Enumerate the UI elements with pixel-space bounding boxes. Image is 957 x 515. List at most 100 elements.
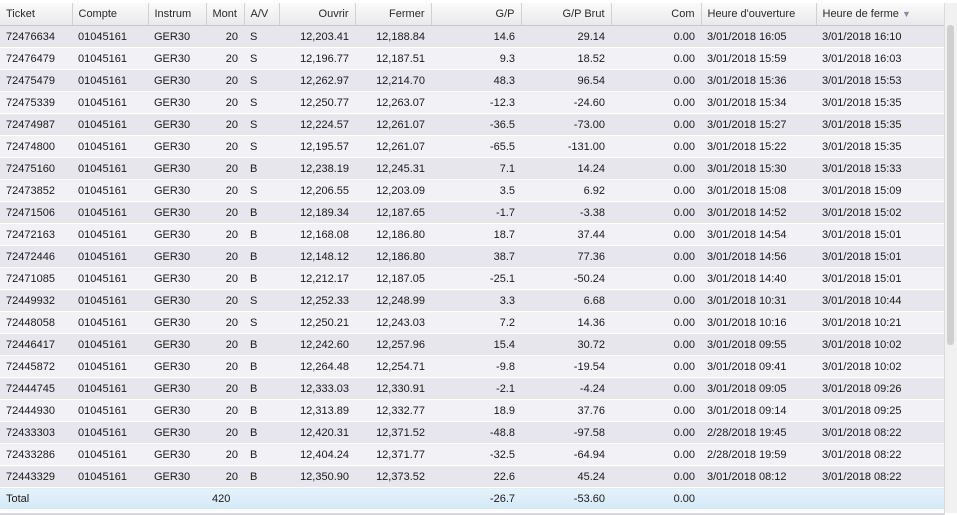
cell-heure-ferme: 3/01/2018 16:10 bbox=[816, 25, 945, 48]
cell-mont: 20 bbox=[206, 113, 244, 136]
sort-descending-icon: ▼ bbox=[901, 9, 911, 19]
cell-mont: 20 bbox=[206, 135, 244, 158]
cell-ouvrir: 12,350.90 bbox=[279, 465, 355, 488]
cell-heure-ferme: 3/01/2018 10:21 bbox=[816, 311, 945, 334]
cell-com: 0.00 bbox=[611, 47, 701, 70]
cell-compte: 01045161 bbox=[72, 289, 148, 312]
table-row[interactable]: 72473852 01045161 GER30 20 S 12,206.55 12,203.… bbox=[0, 179, 945, 202]
cell-fermer: 12,186.80 bbox=[355, 245, 431, 268]
cell-mont: 20 bbox=[206, 69, 244, 92]
cell-ouvrir: 12,212.17 bbox=[279, 267, 355, 290]
column-header-com[interactable]: Com bbox=[611, 3, 702, 26]
cell-ouvrir: 12,196.77 bbox=[279, 47, 355, 70]
cell-heure-ferme: 3/01/2018 09:26 bbox=[816, 377, 945, 400]
total-com: 0.00 bbox=[611, 487, 701, 510]
table-row[interactable]: 72448058 01045161 GER30 20 S 12,250.21 12,243.… bbox=[0, 311, 945, 334]
table-row[interactable]: 72475339 01045161 GER30 20 S 12,250.77 12,263.… bbox=[0, 91, 945, 114]
header-row: Ticket Compte Instrum Mont A/V Ouvrir Fe… bbox=[0, 3, 946, 26]
cell-av: S bbox=[244, 25, 279, 48]
column-header-heure-ferme[interactable]: Heure de ferme ▼ bbox=[816, 3, 946, 26]
cell-com: 0.00 bbox=[611, 465, 701, 488]
cell-ticket: 72472163 bbox=[0, 223, 72, 246]
column-header-heure-ouverture[interactable]: Heure d'ouverture bbox=[701, 3, 817, 26]
cell-heure-ouverture: 2/28/2018 19:59 bbox=[701, 443, 816, 466]
table-row[interactable]: 72433303 01045161 GER30 20 B 12,420.31 12,371.… bbox=[0, 421, 945, 444]
table-row[interactable]: 72449932 01045161 GER30 20 S 12,252.33 12,248.… bbox=[0, 289, 945, 312]
table-row[interactable]: 72444930 01045161 GER30 20 B 12,313.89 12,332.… bbox=[0, 399, 945, 422]
cell-gp-brut: -3.38 bbox=[521, 201, 611, 224]
cell-heure-ouverture: 3/01/2018 08:12 bbox=[701, 465, 816, 488]
table-row[interactable]: 72475479 01045161 GER30 20 S 12,262.97 12,214.… bbox=[0, 69, 945, 92]
cell-gp: 22.6 bbox=[431, 465, 521, 488]
cell-instrum: GER30 bbox=[148, 289, 206, 312]
cell-heure-ferme: 3/01/2018 10:44 bbox=[816, 289, 945, 312]
cell-compte: 01045161 bbox=[72, 135, 148, 158]
table-row[interactable]: 72474800 01045161 GER30 20 S 12,195.57 12,261.… bbox=[0, 135, 945, 158]
cell-gp: -2.1 bbox=[431, 377, 521, 400]
column-header-instrum[interactable]: Instrum bbox=[148, 3, 207, 26]
cell-ouvrir: 12,420.31 bbox=[279, 421, 355, 444]
column-header-ticket[interactable]: Ticket bbox=[0, 3, 73, 26]
cell-compte: 01045161 bbox=[72, 25, 148, 48]
column-header-gp[interactable]: G/P bbox=[431, 3, 522, 26]
table-row[interactable]: 72445872 01045161 GER30 20 B 12,264.48 12,254.… bbox=[0, 355, 945, 378]
cell-compte: 01045161 bbox=[72, 443, 148, 466]
cell-gp: 15.4 bbox=[431, 333, 521, 356]
table-row[interactable]: 72471506 01045161 GER30 20 B 12,189.34 12,187.… bbox=[0, 201, 945, 224]
column-header-ouvrir[interactable]: Ouvrir bbox=[279, 3, 356, 26]
table-row[interactable]: 72433286 01045161 GER30 20 B 12,404.24 12,371.… bbox=[0, 443, 945, 466]
cell-fermer: 12,332.77 bbox=[355, 399, 431, 422]
cell-heure-ouverture: 3/01/2018 15:59 bbox=[701, 47, 816, 70]
column-header-fermer[interactable]: Fermer bbox=[355, 3, 432, 26]
cell-compte: 01045161 bbox=[72, 201, 148, 224]
cell-gp-brut: 96.54 bbox=[521, 69, 611, 92]
cell-instrum: GER30 bbox=[148, 179, 206, 202]
cell-gp: 9.3 bbox=[431, 47, 521, 70]
cell-av: S bbox=[244, 289, 279, 312]
cell-heure-ferme: 3/01/2018 08:22 bbox=[816, 465, 945, 488]
cell-mont: 20 bbox=[206, 333, 244, 356]
cell-mont: 20 bbox=[206, 179, 244, 202]
cell-com: 0.00 bbox=[611, 267, 701, 290]
cell-ouvrir: 12,206.55 bbox=[279, 179, 355, 202]
cell-gp-brut: 30.72 bbox=[521, 333, 611, 356]
table-row[interactable]: 72472446 01045161 GER30 20 B 12,148.12 12,186.… bbox=[0, 245, 945, 268]
cell-com: 0.00 bbox=[611, 91, 701, 114]
table-row[interactable]: 72474987 01045161 GER30 20 S 12,224.57 12,261.… bbox=[0, 113, 945, 136]
cell-gp-brut: 14.36 bbox=[521, 311, 611, 334]
cell-compte: 01045161 bbox=[72, 223, 148, 246]
cell-mont: 20 bbox=[206, 91, 244, 114]
cell-instrum: GER30 bbox=[148, 245, 206, 268]
cell-heure-ferme: 3/01/2018 15:02 bbox=[816, 201, 945, 224]
cell-mont: 20 bbox=[206, 245, 244, 268]
cell-com: 0.00 bbox=[611, 377, 701, 400]
scrollbar-thumb[interactable] bbox=[947, 25, 954, 345]
cell-com: 0.00 bbox=[611, 113, 701, 136]
table-row[interactable]: 72446417 01045161 GER30 20 B 12,242.60 12,257.… bbox=[0, 333, 945, 356]
column-header-gp-brut[interactable]: G/P Brut bbox=[521, 3, 612, 26]
cell-ouvrir: 12,313.89 bbox=[279, 399, 355, 422]
cell-av: B bbox=[244, 157, 279, 180]
table-row[interactable]: 72476634 01045161 GER30 20 S 12,203.41 12,188.… bbox=[0, 25, 945, 48]
column-header-av[interactable]: A/V bbox=[244, 3, 280, 26]
cell-gp: 7.1 bbox=[431, 157, 521, 180]
cell-ouvrir: 12,203.41 bbox=[279, 25, 355, 48]
cell-ticket: 72433303 bbox=[0, 421, 72, 444]
column-header-mont[interactable]: Mont bbox=[206, 3, 245, 26]
cell-fermer: 12,248.99 bbox=[355, 289, 431, 312]
table-row[interactable]: 72472163 01045161 GER30 20 B 12,168.08 12,186.… bbox=[0, 223, 945, 246]
table-row[interactable]: 72444745 01045161 GER30 20 B 12,333.03 12,330.… bbox=[0, 377, 945, 400]
table-row[interactable]: 72475160 01045161 GER30 20 B 12,238.19 12,245.… bbox=[0, 157, 945, 180]
table-row[interactable]: 72476479 01045161 GER30 20 S 12,196.77 12,187.… bbox=[0, 47, 945, 70]
cell-mont: 20 bbox=[206, 399, 244, 422]
cell-compte: 01045161 bbox=[72, 179, 148, 202]
cell-fermer: 12,187.65 bbox=[355, 201, 431, 224]
cell-av: B bbox=[244, 355, 279, 378]
column-header-compte[interactable]: Compte bbox=[72, 3, 149, 26]
cell-heure-ferme: 3/01/2018 15:53 bbox=[816, 69, 945, 92]
vertical-scrollbar[interactable] bbox=[944, 3, 957, 513]
cell-heure-ferme: 3/01/2018 15:35 bbox=[816, 135, 945, 158]
cell-instrum: GER30 bbox=[148, 311, 206, 334]
table-row[interactable]: 72443329 01045161 GER30 20 B 12,350.90 12,373.… bbox=[0, 465, 945, 488]
table-row[interactable]: 72471085 01045161 GER30 20 B 12,212.17 12,187.… bbox=[0, 267, 945, 290]
